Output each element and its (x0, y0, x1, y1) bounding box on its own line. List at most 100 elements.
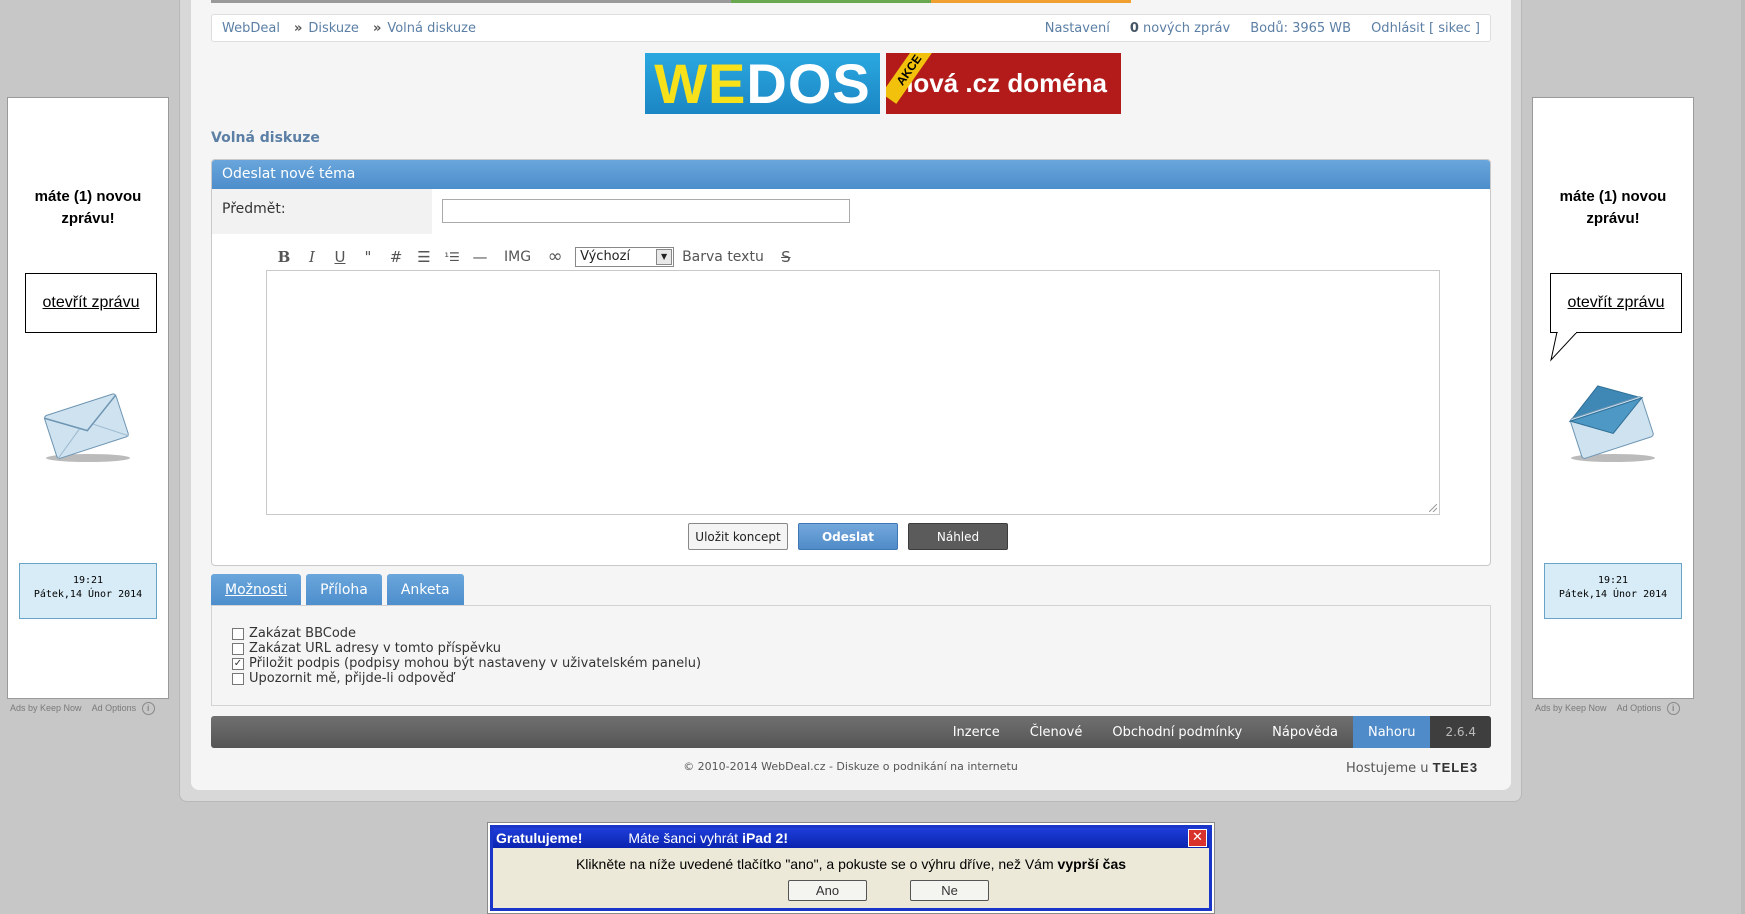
no-button[interactable]: Ne (910, 880, 989, 901)
crumb-webdeal[interactable]: WebDeal (222, 21, 280, 36)
save-draft-button[interactable]: Uložit koncept (688, 523, 788, 550)
font-select[interactable]: Výchozí ▼ (575, 246, 675, 267)
italic-button[interactable]: I (300, 248, 324, 266)
popup-buttons: Ano Ne (788, 880, 989, 901)
popup-title-bar: Gratulujeme! Máte šanci vyhrát iPad 2! (493, 828, 1209, 848)
crumb-volna-diskuze[interactable]: Volná diskuze (387, 21, 476, 36)
scrollbar[interactable] (1741, 0, 1745, 914)
crumb-separator: » (372, 20, 382, 36)
clock-box: 19:21 Pátek,14 Únor 2014 (1544, 563, 1682, 619)
open-message-link[interactable]: otevřít zprávu (43, 294, 140, 312)
tele3-logo: TELE3 (1432, 760, 1479, 775)
bold-button[interactable]: B (272, 248, 296, 266)
domain-offer[interactable]: AKCE nová .cz doména (886, 53, 1121, 114)
checkbox-checked[interactable]: ✓ (232, 657, 244, 670)
option-disable-urls[interactable]: Zakázat URL adresy v tomto příspěvku (232, 641, 1470, 656)
bubble-tail-icon (1550, 332, 1578, 362)
hr-button[interactable]: — (468, 248, 492, 266)
preview-button[interactable]: Náhled (908, 523, 1008, 550)
options-tabs: Možnosti Příloha Anketa (211, 574, 464, 606)
send-button[interactable]: Odeslat (798, 523, 898, 550)
form-buttons: Uložit koncept Odeslat Náhled (688, 523, 1008, 550)
settings-link[interactable]: Nastavení (1045, 21, 1110, 36)
img-button[interactable]: IMG (504, 249, 531, 265)
new-messages-link[interactable]: 0 nových zpráv (1130, 21, 1230, 36)
underline-button[interactable]: U (328, 248, 352, 266)
yes-button[interactable]: Ano (788, 880, 867, 901)
ad-banner[interactable]: WE DOS AKCE nová .cz doména (645, 52, 1121, 115)
resize-handle-icon[interactable] (1429, 504, 1437, 512)
tab-attachment[interactable]: Příloha (306, 574, 382, 606)
popup-title-text: Máte šanci vyhrát (628, 830, 739, 846)
brand-dos: DOS (746, 52, 871, 115)
footer-link-inzerce[interactable]: Inzerce (938, 716, 1015, 748)
clock-time: 19:21 (1597, 575, 1629, 586)
page-title[interactable]: Volná diskuze (211, 130, 320, 146)
logout-link[interactable]: Odhlásit [ sikec ] (1371, 21, 1480, 36)
footer-nav: Inzerce Členové Obchodní podmínky Nápově… (211, 716, 1491, 748)
speech-bubble[interactable]: otevřít zprávu (1550, 273, 1682, 333)
new-topic-form: Odeslat nové téma Předmět: B I U " # ☰ ¹… (211, 159, 1491, 566)
font-select-value: Výchozí (580, 248, 631, 264)
user-menu: Nastavení 0 nových zpráv Bodů: 3965 WB O… (1045, 21, 1480, 36)
brand-we: WE (654, 52, 747, 115)
hosting-label: Hostujeme u (1346, 761, 1429, 776)
footer-link-podminky[interactable]: Obchodní podmínky (1097, 716, 1257, 748)
clock-date: Pátek,14 Únor 2014 (33, 589, 143, 600)
domain-offer-text: nová .cz doména (897, 68, 1108, 98)
open-message-link[interactable]: otevřít zprávu (1568, 294, 1665, 312)
footer-link-napoveda[interactable]: Nápověda (1257, 716, 1353, 748)
options-panel: Zakázat BBCode Zakázat URL adresy v tomt… (211, 605, 1491, 706)
prize-popup: Gratulujeme! Máte šanci vyhrát iPad 2! ✕… (487, 822, 1215, 914)
list-button[interactable]: ☰ (412, 248, 436, 266)
close-icon[interactable]: ✕ (1188, 829, 1207, 847)
new-messages-count: 0 (1129, 20, 1139, 36)
message-textarea[interactable] (266, 270, 1440, 515)
option-notify-reply[interactable]: Upozornit mě, přijde-li odpověď (232, 671, 1470, 686)
side-ad-right: máte (1) novou zprávu! otevřít zprávu 19… (1532, 97, 1694, 699)
ad-options-link[interactable]: Ad Options (92, 703, 137, 713)
crumb-diskuze[interactable]: Diskuze (308, 21, 359, 36)
ads-by-label: Ads by Keep Now (10, 702, 82, 713)
info-icon[interactable]: i (1666, 702, 1680, 715)
popup-message: Klikněte na níže uvedené tlačítko "ano",… (493, 856, 1209, 872)
footer-link-clenove[interactable]: Členové (1015, 716, 1098, 748)
quote-button[interactable]: " (356, 248, 380, 266)
hosting-notice[interactable]: Hostujeme u TELE3 (1346, 760, 1478, 776)
tab-options[interactable]: Možnosti (211, 574, 302, 606)
ad-options-link[interactable]: Ad Options (1617, 703, 1662, 713)
text-color-button[interactable]: Barva textu (682, 249, 764, 265)
strike-button[interactable]: S (774, 248, 798, 266)
bbcode-toolbar: B I U " # ☰ ¹☰ — IMG ∞ Výchozí ▼ Barva t… (272, 246, 798, 267)
option-attach-signature[interactable]: ✓ Přiložit podpis (podpisy mohou být nast… (232, 656, 1470, 671)
top-color-strip (211, 0, 1131, 3)
footer-link-nahoru[interactable]: Nahoru (1352, 716, 1431, 748)
breadcrumb-bar: WebDeal » Diskuze » Volná diskuze Nastavení … (211, 14, 1491, 42)
option-disable-bbcode[interactable]: Zakázat BBCode (232, 626, 1470, 641)
popup-title-bold: iPad 2! (742, 830, 788, 846)
clock-time: 19:21 (72, 575, 104, 586)
speech-bubble[interactable]: otevřít zprávu (25, 273, 157, 333)
tab-poll[interactable]: Anketa (386, 574, 464, 606)
ordered-list-button[interactable]: ¹☰ (440, 250, 464, 264)
option-label: Zakázat BBCode (249, 626, 357, 641)
subject-input[interactable] (442, 199, 850, 223)
popup-message-text: Klikněte na níže uvedené tlačítko "ano",… (575, 856, 1054, 872)
version-label: 2.6.4 (1430, 716, 1491, 748)
envelope-icon (44, 393, 130, 462)
link-button[interactable]: ∞ (543, 246, 567, 267)
new-message-notice: máte (1) novou zprávu! (34, 188, 142, 227)
option-label: Zakázat URL adresy v tomto příspěvku (249, 641, 501, 656)
wedos-logo[interactable]: WE DOS (645, 52, 880, 115)
checkbox[interactable] (232, 642, 244, 655)
info-icon[interactable]: i (141, 702, 155, 715)
breadcrumb: WebDeal » Diskuze » Volná diskuze (222, 21, 482, 36)
checkbox[interactable] (232, 627, 244, 640)
points-link[interactable]: Bodů: 3965 WB (1250, 21, 1351, 36)
code-button[interactable]: # (384, 248, 408, 266)
new-messages-label: nových zpráv (1143, 20, 1231, 36)
checkbox[interactable] (232, 672, 244, 685)
side-ad-left: máte (1) novou zprávu! otevřít zprávu 19… (7, 97, 169, 699)
form-header: Odeslat nové téma (212, 160, 1490, 189)
envelope-open-icon (1568, 385, 1655, 462)
